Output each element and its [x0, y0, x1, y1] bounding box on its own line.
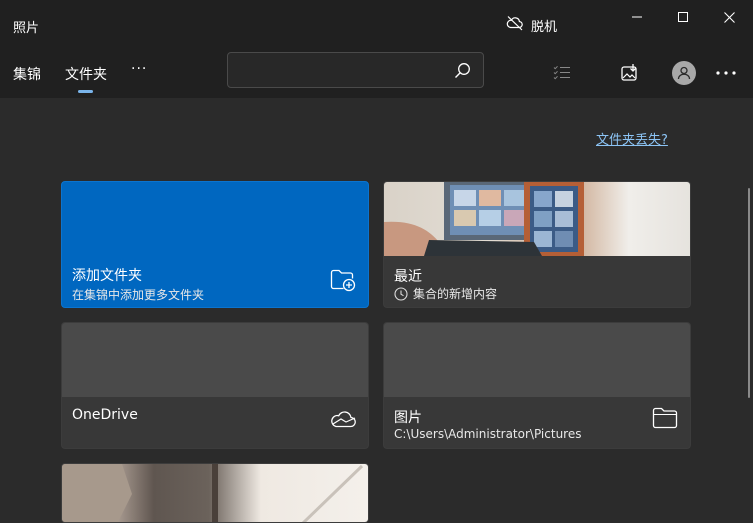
search-icon[interactable]	[454, 62, 471, 83]
add-folder-icon	[330, 268, 356, 296]
select-list-icon[interactable]	[553, 65, 571, 85]
app-title: 照片	[13, 21, 40, 36]
offline-cloud-icon	[506, 15, 524, 35]
maximize-button[interactable]	[660, 0, 706, 34]
photo-folder-card[interactable]	[61, 463, 369, 523]
close-button[interactable]	[706, 0, 752, 34]
tab-folders[interactable]: 文件夹	[65, 64, 107, 84]
photo-thumbnail	[62, 464, 368, 522]
card-subtitle: 集合的新增内容	[413, 287, 498, 301]
minimize-icon	[632, 16, 642, 18]
tab-collections[interactable]: 集锦	[13, 64, 41, 84]
pictures-card[interactable]: 图片 C:\Users\Administrator\Pictures	[383, 322, 691, 449]
maximize-icon	[678, 12, 688, 22]
more-options-icon[interactable]	[716, 65, 736, 85]
clock-icon	[394, 286, 408, 301]
card-thumbnail-placeholder	[62, 323, 368, 397]
card-subtitle: C:\Users\Administrator\Pictures	[394, 427, 582, 441]
import-photo-icon[interactable]	[620, 63, 640, 87]
card-title: OneDrive	[72, 407, 138, 423]
scrollbar[interactable]	[748, 188, 750, 398]
card-subtitle-row: 集合的新增内容	[394, 285, 497, 302]
search-input[interactable]	[238, 59, 442, 83]
add-folder-card[interactable]: 添加文件夹 在集锦中添加更多文件夹	[61, 181, 369, 308]
offline-label: 脱机	[531, 19, 558, 35]
missing-folders-link[interactable]: 文件夹丢失?	[596, 129, 668, 148]
card-title: 最近	[394, 269, 422, 285]
close-icon	[723, 11, 735, 23]
card-title: 图片	[394, 410, 422, 426]
search-box[interactable]	[227, 52, 484, 88]
card-thumbnail-placeholder	[384, 323, 690, 397]
recent-card[interactable]: 最近 集合的新增内容	[383, 181, 691, 308]
folder-icon	[652, 407, 678, 433]
card-title: 添加文件夹	[72, 268, 142, 284]
recent-thumbnail	[384, 182, 690, 256]
avatar[interactable]	[672, 61, 696, 85]
onedrive-card[interactable]: OneDrive	[61, 322, 369, 449]
person-icon	[677, 66, 691, 80]
nav-more-button[interactable]: ···	[131, 61, 147, 77]
active-tab-indicator	[78, 90, 93, 93]
card-subtitle: 在集锦中添加更多文件夹	[72, 288, 205, 302]
onedrive-cloud-icon	[330, 410, 356, 432]
offline-status[interactable]: 脱机	[506, 15, 557, 35]
minimize-button[interactable]	[614, 0, 660, 34]
